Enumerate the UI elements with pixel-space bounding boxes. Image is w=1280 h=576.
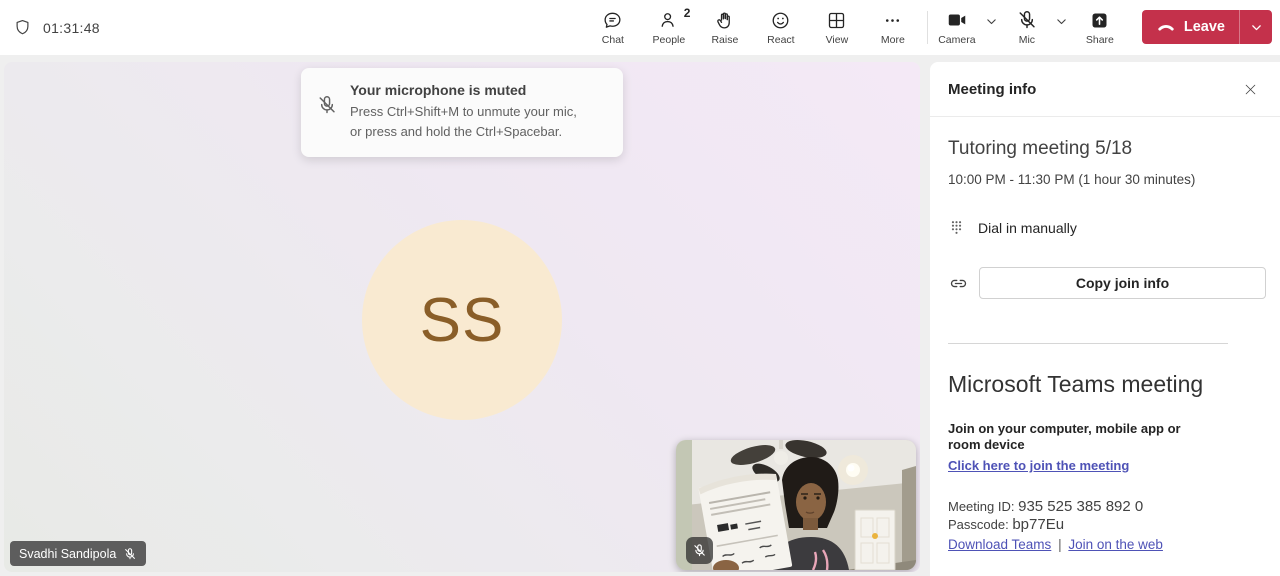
toast-line-2: or press and hold the Ctrl+Spacebar. [350,124,563,139]
chevron-down-icon [1250,21,1263,34]
mic-muted-icon [123,547,137,561]
link-icon [948,273,969,294]
meeting-title: Tutoring meeting 5/18 [948,138,1133,159]
meeting-id-label: Meeting ID: [948,499,1015,514]
teams-meeting-heading: Microsoft Teams meeting [948,371,1204,397]
leave-label: Leave [1183,19,1225,35]
meeting-id-value: 935 525 385 892 0 [1018,498,1144,515]
camera-icon [946,9,968,31]
more-button[interactable]: More [865,0,921,55]
raise-hand-icon [714,9,735,31]
mic-muted-icon [1016,9,1038,31]
share-button[interactable]: Share [1074,0,1126,55]
download-links-row: Download Teams | Join on the web [948,536,1266,554]
copy-join-info-row: Copy join info [948,267,1266,299]
share-screen-icon [1089,9,1110,31]
timer-text: 01:31:48 [43,19,100,36]
meeting-id-block: Meeting ID: 935 525 385 892 0 Passcode: … [948,498,1266,554]
toolbar-divider [926,11,928,44]
participant-name-tag: Svadhi Sandipola [10,541,147,566]
chat-button[interactable]: Chat [585,0,641,55]
close-icon [1243,82,1258,97]
dial-in-label: Dial in manually [978,219,1077,236]
camera-label: Camera [938,34,976,46]
view-grid-icon [826,9,847,31]
people-label: People [652,34,686,46]
close-panel-button[interactable] [1234,73,1266,105]
raise-hand-button[interactable]: Raise [697,0,753,55]
meeting-body: Your microphone is muted Press Ctrl+Shif… [0,55,1280,576]
meeting-info-panel: Meeting info Tutoring meeting 5/18 10:00… [930,62,1280,576]
panel-title: Meeting info [948,80,1037,98]
react-button[interactable]: React [753,0,809,55]
participant-avatar: SS [362,220,562,420]
meeting-timer: 01:31:48 [13,0,100,55]
download-teams-link[interactable]: Download Teams [948,537,1051,552]
react-icon [770,9,791,31]
toast-title: Your microphone is muted [350,82,527,98]
raise-label: Raise [711,34,739,46]
meeting-id-row: Meeting ID: 935 525 385 892 0 [948,498,1266,516]
camera-button[interactable]: Camera [934,0,980,55]
hang-up-icon [1156,17,1176,37]
meeting-time: 10:00 PM - 11:30 PM (1 hour 30 minutes) [948,172,1196,187]
people-count-badge: 2 [683,6,691,20]
copy-join-info-button[interactable]: Copy join info [979,267,1266,299]
view-label: View [825,34,849,46]
chat-label: Chat [601,34,624,46]
leave-button[interactable]: Leave [1142,10,1239,44]
join-meeting-link[interactable]: Click here to join the meeting [948,458,1129,473]
passcode-value: bp77Eu [1012,516,1065,533]
dial-in-manually[interactable]: Dial in manually [948,219,1266,236]
mic-muted-icon [692,543,707,558]
view-button[interactable]: View [809,0,865,55]
dialpad-icon [948,219,965,236]
avatar-initials: SS [419,285,505,355]
self-view-video[interactable] [676,440,916,570]
shield-icon [13,18,32,37]
participant-name: Svadhi Sandipola [19,546,117,561]
toast-line-1: Press Ctrl+Shift+M to unmute your mic, [350,104,577,119]
join-web-link[interactable]: Join on the web [1068,537,1163,552]
camera-dropdown-chevron[interactable] [980,0,1004,55]
mic-dropdown-chevron[interactable] [1050,0,1074,55]
leave-dropdown-chevron[interactable] [1240,10,1272,44]
share-label: Share [1085,34,1114,46]
separator: | [1058,537,1062,552]
section-divider [948,343,1228,344]
mic-muted-icon [316,82,338,142]
video-stage: Your microphone is muted Press Ctrl+Shif… [4,62,920,572]
people-icon: 2 [658,6,690,31]
chevron-down-icon [985,15,998,28]
join-instructions: Join on your computer, mobile app or roo… [948,421,1181,452]
react-label: React [767,34,795,46]
mic-button[interactable]: Mic [1004,0,1050,55]
panel-header: Meeting info [930,62,1280,117]
self-mic-muted-badge [686,537,713,564]
leave-button-group: Leave [1141,10,1272,44]
passcode-row: Passcode: bp77Eu [948,516,1266,534]
chat-icon [602,9,623,31]
people-button[interactable]: 2 People [641,0,697,55]
more-ellipsis-icon [882,9,903,31]
mic-label: Mic [1018,34,1036,46]
chevron-down-icon [1055,15,1068,28]
passcode-label: Passcode: [948,517,1009,532]
more-label: More [880,34,905,46]
meeting-toolbar: 01:31:48 Chat 2 People Raise React View … [0,0,1280,55]
mic-muted-toast: Your microphone is muted Press Ctrl+Shif… [301,68,623,157]
